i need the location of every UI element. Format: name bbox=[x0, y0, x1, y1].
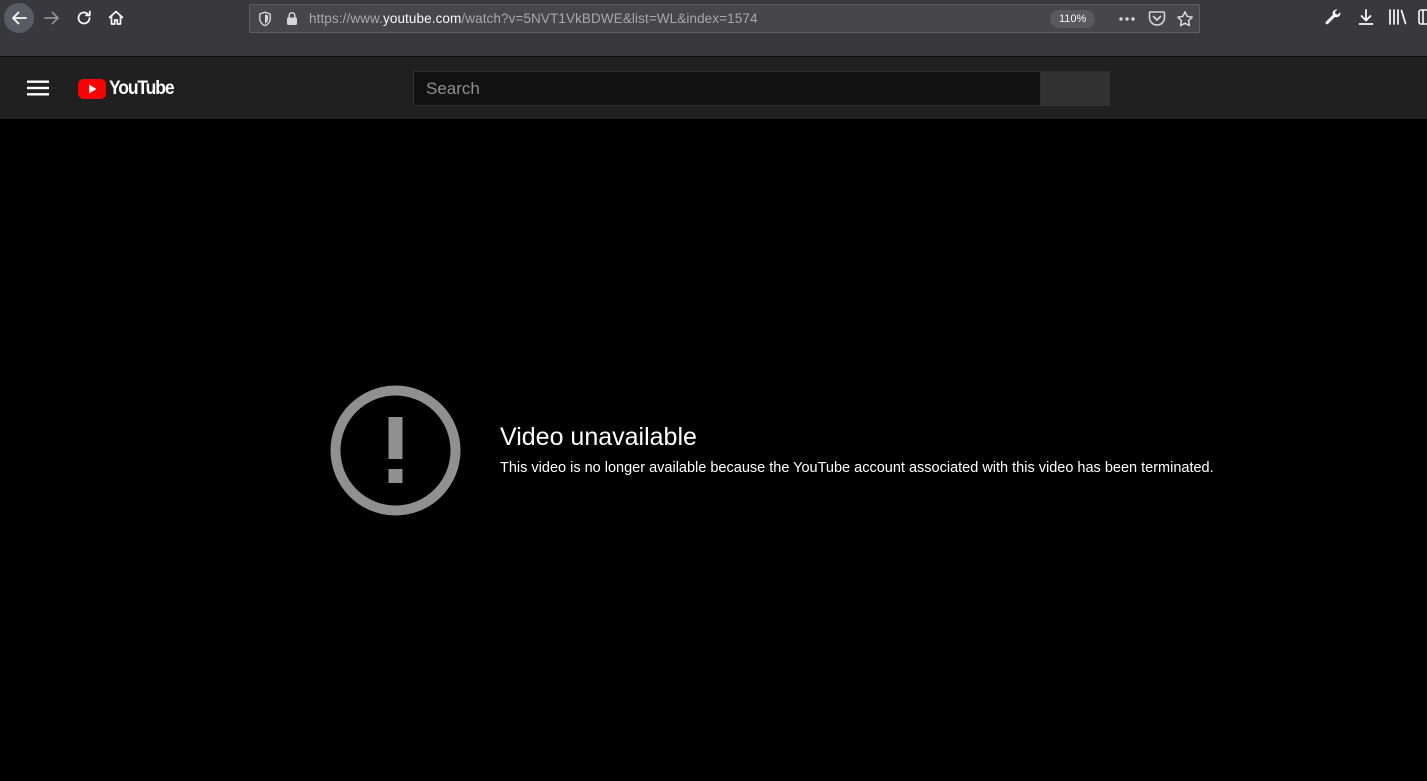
home-icon bbox=[108, 10, 124, 25]
error-title: Video unavailable bbox=[500, 423, 697, 451]
url-prefix: https://www. bbox=[309, 11, 383, 26]
home-button[interactable] bbox=[101, 3, 131, 33]
address-bar[interactable]: https://www.youtube.com/watch?v=5NVT1VkB… bbox=[249, 4, 1200, 33]
back-arrow-icon bbox=[12, 11, 27, 25]
youtube-logo[interactable]: YouTube bbox=[78, 78, 179, 100]
url-path: /watch?v=5NVT1VkBDWE&list=WL&index=1574 bbox=[461, 11, 758, 26]
logo-wordmark: YouTube bbox=[109, 78, 175, 99]
download-icon[interactable] bbox=[1357, 8, 1375, 26]
guide-button[interactable] bbox=[22, 72, 54, 104]
url-text[interactable]: https://www.youtube.com/watch?v=5NVT1VkB… bbox=[309, 11, 758, 26]
more-horizontal-icon[interactable] bbox=[1118, 11, 1136, 27]
hamburger-menu-icon bbox=[27, 80, 49, 96]
tracking-shield-icon[interactable] bbox=[258, 11, 272, 27]
url-host: youtube.com bbox=[382, 11, 462, 26]
forward-button[interactable] bbox=[37, 3, 67, 33]
youtube-masthead: YouTube bbox=[0, 57, 1427, 119]
wrench-icon[interactable] bbox=[1324, 8, 1342, 26]
error-reason: This video is no longer available becaus… bbox=[500, 460, 1214, 476]
star-icon[interactable] bbox=[1176, 10, 1194, 28]
forward-arrow-icon bbox=[44, 11, 59, 25]
back-button[interactable] bbox=[4, 3, 34, 33]
exclamation-circle-icon bbox=[330, 385, 461, 516]
zoom-indicator[interactable]: 110% bbox=[1050, 10, 1096, 28]
video-player: Video unavailable This video is no longe… bbox=[0, 119, 1427, 781]
pocket-icon[interactable] bbox=[1148, 10, 1166, 27]
youtube-logo-icon bbox=[78, 79, 106, 99]
reload-button[interactable] bbox=[69, 3, 99, 33]
library-icon[interactable] bbox=[1388, 8, 1408, 26]
search-box bbox=[413, 71, 1041, 106]
search-button[interactable] bbox=[1041, 71, 1110, 106]
lock-icon[interactable] bbox=[286, 11, 298, 26]
search-input[interactable] bbox=[414, 72, 1040, 105]
browser-toolbar: https://www.youtube.com/watch?v=5NVT1VkB… bbox=[0, 0, 1427, 57]
reload-icon bbox=[77, 10, 91, 25]
sidebar-icon[interactable] bbox=[1418, 8, 1427, 26]
